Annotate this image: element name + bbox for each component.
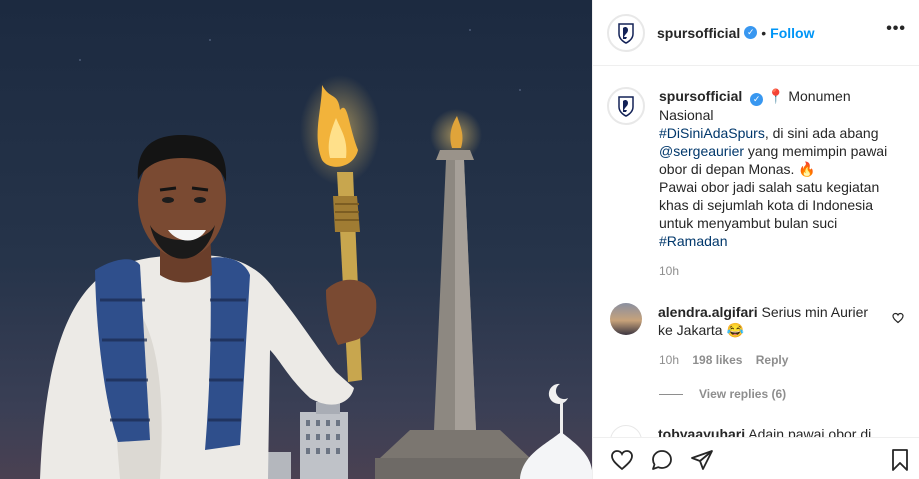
comments-section[interactable]: spursofficial ✓ 📍 Monumen Nasional #DiSi…: [593, 67, 919, 437]
comment: tobyaayuhari Adain pawai obor di: [607, 425, 917, 437]
post-side-panel: spursofficial ✓ • Follow ••• spursoffici…: [592, 0, 919, 479]
action-bar: [593, 437, 919, 479]
avatar[interactable]: [607, 13, 645, 52]
reply-button[interactable]: Reply: [756, 353, 789, 367]
separator-dot: •: [761, 24, 767, 41]
post-header: spursofficial ✓ • Follow •••: [593, 0, 919, 66]
comment-body: alendra.algifari Serius min Aurier ke Ja…: [658, 303, 878, 339]
follow-button[interactable]: Follow: [770, 25, 814, 41]
post-image[interactable]: [0, 0, 592, 479]
post-username[interactable]: spursofficial: [657, 25, 740, 41]
illustration: [40, 29, 592, 479]
avatar[interactable]: [607, 87, 645, 125]
more-dots-icon[interactable]: •••: [886, 21, 906, 37]
view-replies-label: View replies (6): [699, 387, 787, 401]
hashtag-link[interactable]: #DiSiniAdaSpurs: [659, 125, 765, 141]
caption-text-part: Pawai obor jadi salah satu kegiatan khas…: [659, 179, 880, 231]
spurs-logo-icon: [618, 22, 634, 44]
mention-link[interactable]: @sergeaurier: [659, 143, 744, 159]
comment-meta: 10h 198 likes Reply: [659, 353, 788, 367]
caption-text-part: , di sini ada abang: [764, 125, 879, 141]
comment: alendra.algifari Serius min Aurier ke Ja…: [607, 303, 917, 339]
verified-badge-icon: ✓: [744, 26, 758, 39]
comment-username[interactable]: tobyaayuhari: [658, 426, 745, 437]
caption-username[interactable]: spursofficial: [659, 88, 742, 104]
comment-username[interactable]: alendra.algifari: [658, 304, 758, 320]
comment-icon[interactable]: [649, 448, 675, 472]
comment-text: Adain pawai obor di: [748, 426, 872, 437]
comment-time[interactable]: 10h: [659, 353, 679, 367]
paper-plane-icon[interactable]: [689, 448, 715, 472]
mosque-dome: [520, 383, 592, 479]
comment-body: tobyaayuhari Adain pawai obor di: [658, 425, 871, 437]
hashtag-link[interactable]: #Ramadan: [659, 233, 728, 249]
caption-text: spursofficial ✓ 📍 Monumen Nasional #DiSi…: [659, 87, 899, 280]
bookmark-icon[interactable]: [889, 448, 911, 472]
commenter-avatar[interactable]: [610, 425, 642, 437]
commenter-avatar[interactable]: [610, 303, 642, 335]
location-pin-icon: 📍: [767, 88, 785, 104]
caption: spursofficial ✓ 📍 Monumen Nasional #DiSi…: [607, 87, 907, 280]
heart-icon[interactable]: [892, 312, 904, 324]
heart-icon[interactable]: [609, 448, 635, 472]
view-replies-button[interactable]: View replies (6): [659, 387, 786, 401]
replies-divider: [659, 393, 683, 395]
monas-monument: [375, 109, 535, 479]
comment-likes[interactable]: 198 likes: [692, 353, 742, 367]
caption-time[interactable]: 10h: [659, 262, 899, 280]
spurs-logo-icon: [618, 96, 634, 117]
verified-badge-icon: ✓: [750, 93, 764, 106]
